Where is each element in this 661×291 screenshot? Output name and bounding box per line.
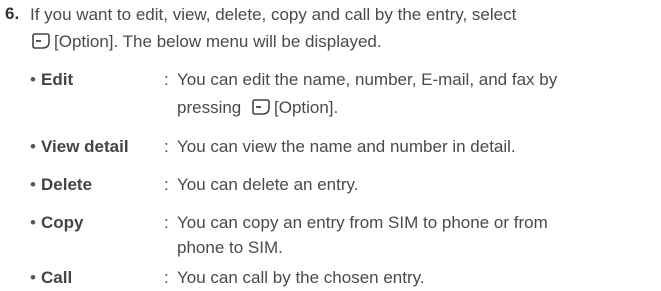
- term-copy: Copy: [41, 213, 84, 232]
- desc-edit-prefix: pressing: [177, 98, 242, 117]
- step-text-line-1: If you want to edit, view, delete, copy …: [30, 5, 517, 24]
- colon: :: [164, 268, 169, 287]
- step-number: 6.: [5, 4, 20, 23]
- bullet: •: [30, 137, 36, 156]
- desc-edit-suffix: [Option].: [274, 98, 339, 117]
- colon: :: [164, 175, 169, 194]
- bullet: •: [30, 70, 36, 89]
- bullet: •: [30, 175, 36, 194]
- desc-delete: You can delete an entry.: [177, 175, 359, 194]
- desc-view-detail: You can view the name and number in deta…: [177, 137, 516, 156]
- bullet: •: [30, 268, 36, 287]
- colon: :: [164, 70, 169, 89]
- term-delete: Delete: [41, 175, 93, 194]
- step-option-text: [Option]. The below menu will be display…: [54, 32, 382, 51]
- desc-call: You can call by the chosen entry.: [177, 268, 425, 287]
- term-call: Call: [41, 268, 73, 287]
- desc-edit-line-2: pressing [Option].: [177, 96, 338, 120]
- colon: :: [164, 137, 169, 156]
- step-text-line-2: [Option]. The below menu will be display…: [30, 30, 382, 54]
- term-edit: Edit: [41, 70, 74, 89]
- desc-copy-line-1: You can copy an entry from SIM to phone …: [177, 213, 548, 232]
- desc-edit-line-1: You can edit the name, number, E-mail, a…: [177, 70, 558, 89]
- colon: :: [164, 213, 169, 232]
- desc-copy-line-2: phone to SIM.: [177, 238, 283, 257]
- term-view-detail: View detail: [41, 137, 129, 156]
- left-soft-key-icon: [250, 98, 270, 116]
- left-soft-key-icon: [30, 32, 50, 50]
- bullet: •: [30, 213, 36, 232]
